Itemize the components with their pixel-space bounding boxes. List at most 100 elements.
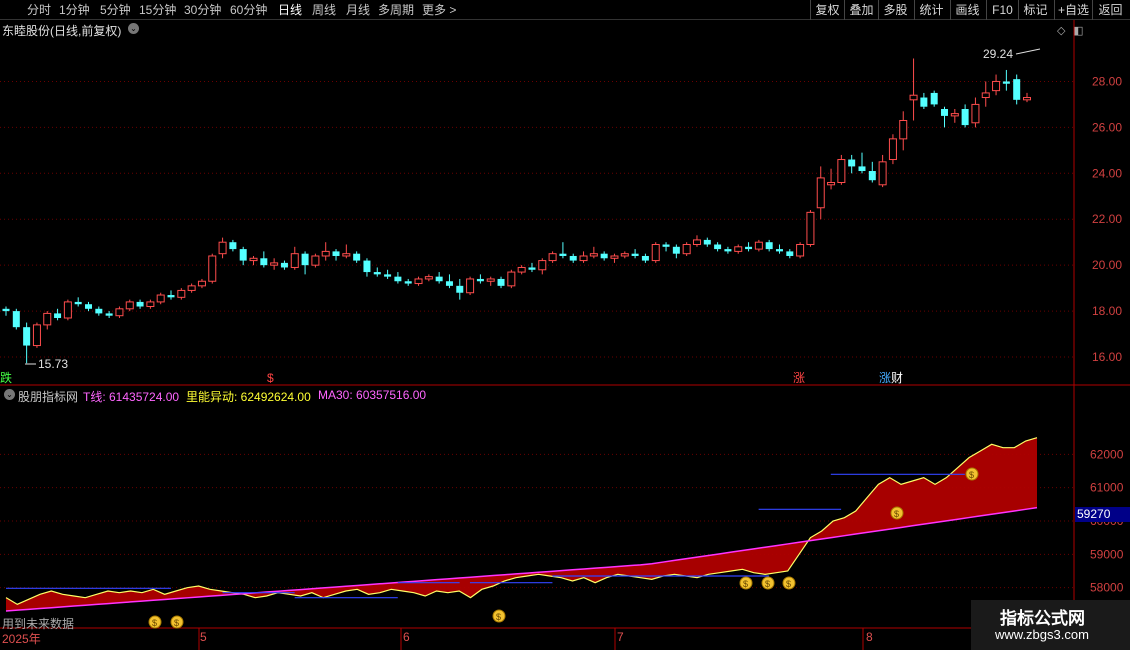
money-bag-symbol: $ [894, 509, 899, 519]
candle-body [187, 285, 196, 291]
candle [703, 237, 711, 247]
indicator-ma30: MA30: 60357516.00 [318, 388, 427, 402]
candle-body [311, 255, 320, 266]
candle [136, 299, 144, 309]
candle [229, 239, 237, 252]
candle [981, 81, 990, 107]
candle-body [353, 253, 361, 261]
candle [486, 276, 495, 286]
candle-body [538, 260, 547, 271]
candle [754, 239, 763, 252]
candle-body [12, 311, 20, 328]
candle-body [569, 255, 577, 261]
candle-body [23, 327, 31, 346]
money-bag-symbol: $ [152, 618, 157, 628]
candle [569, 253, 577, 263]
money-bag-icon: $ [148, 615, 162, 629]
candle-body [600, 253, 608, 259]
price-tick-label: 22.00 [1092, 212, 1122, 226]
candle-body [775, 249, 783, 252]
candle [260, 251, 268, 268]
money-bag-icon: $ [965, 467, 979, 481]
candle [888, 134, 897, 165]
candle [517, 265, 526, 275]
candle [559, 242, 567, 259]
candle [167, 290, 175, 300]
candle-body [445, 281, 453, 286]
candle [404, 278, 412, 286]
candle-body [1002, 81, 1010, 84]
candle-body [156, 294, 165, 303]
candle-body [786, 251, 794, 256]
money-bag-symbol: $ [969, 470, 974, 480]
candle [239, 246, 247, 266]
candle-body [146, 301, 155, 308]
candle [1013, 74, 1021, 105]
candle-body [692, 239, 701, 246]
indicator-tick-label: 61000 [1090, 481, 1124, 495]
candle-body [754, 241, 763, 250]
candle [961, 104, 969, 128]
candle-body [301, 253, 309, 266]
candle [806, 210, 815, 247]
candle-body [548, 253, 557, 262]
candle-body [332, 251, 340, 256]
candle [920, 92, 928, 110]
candle [1023, 92, 1031, 103]
candle-body [424, 276, 433, 280]
money-bag-icon: $ [782, 576, 796, 590]
candle [1002, 69, 1010, 91]
candle-body [662, 244, 670, 247]
candle-body [208, 255, 217, 282]
candle [692, 235, 701, 247]
candle [528, 262, 536, 273]
high-arrow [1015, 48, 1041, 55]
money-bag-icon: $ [170, 615, 184, 629]
candle [414, 276, 423, 286]
month-label: 8 [866, 630, 873, 644]
candle [424, 274, 433, 282]
candle-body [321, 250, 330, 257]
candle-body [848, 159, 856, 167]
candle-body [920, 97, 928, 107]
candle [662, 242, 670, 252]
candle [899, 111, 908, 151]
candle [992, 74, 1001, 96]
candle-body [260, 258, 268, 266]
candle [868, 161, 876, 183]
candle-body [517, 266, 526, 273]
candle [548, 251, 557, 263]
candle-body [239, 249, 247, 261]
chevron-down-icon[interactable]: ⌄ [4, 389, 15, 400]
candle-body [961, 109, 969, 126]
candle-body [404, 281, 412, 284]
candle-body [641, 255, 649, 261]
indicator-volume: 里能异动: 62492624.00 [186, 390, 311, 404]
candle-body [888, 138, 897, 161]
candle [714, 242, 722, 252]
event-marker: 涨 [879, 370, 891, 385]
candle [435, 272, 443, 284]
candle-body [384, 274, 392, 277]
money-bag-symbol: $ [174, 618, 179, 628]
candle [631, 249, 639, 259]
candle-body [930, 92, 938, 105]
candle-body [806, 211, 815, 246]
candle-body [714, 244, 722, 250]
month-label: 7 [617, 630, 624, 644]
month-label: 6 [403, 630, 410, 644]
candle [745, 242, 753, 252]
candle [445, 274, 453, 289]
candle-body [105, 313, 113, 316]
candle-body [1023, 97, 1031, 101]
candle [827, 168, 836, 190]
candle-body [745, 246, 753, 250]
candle [373, 267, 381, 277]
indicator-name: 股朋指标网 [18, 390, 79, 404]
candle-body [43, 312, 52, 326]
candle-body [589, 253, 598, 257]
candle [353, 251, 361, 263]
candle [796, 242, 805, 259]
event-marker: 涨 [793, 370, 805, 385]
candle-body [414, 278, 423, 285]
